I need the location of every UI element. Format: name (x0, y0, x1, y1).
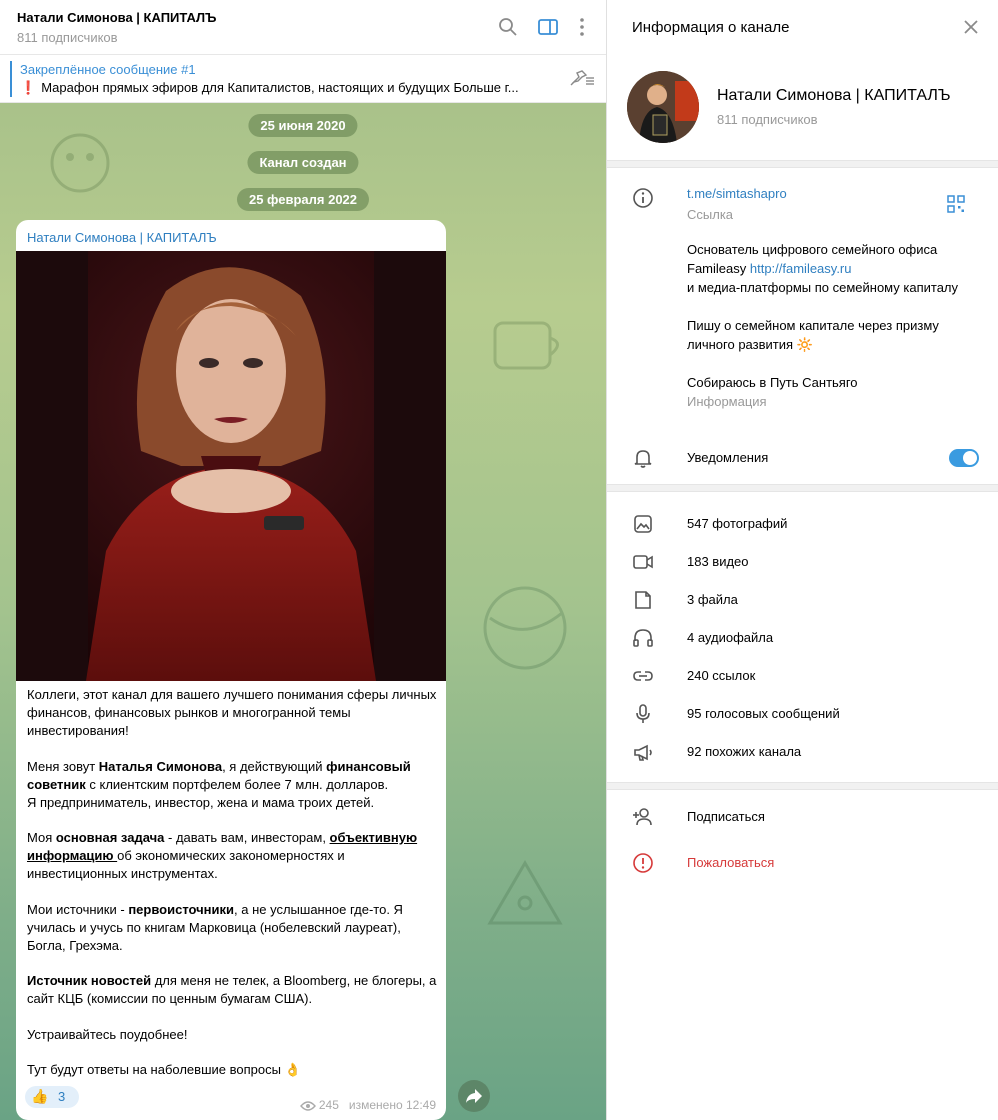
link-icon (633, 671, 653, 681)
message-paragraph: Источник новостей для меня не телек, а B… (27, 973, 437, 1006)
pinned-message-bar[interactable]: Закреплённое сообщение #1 ❗ Марафон прямы… (0, 55, 606, 103)
date-separator: 25 июня 2020 (248, 114, 358, 137)
close-icon[interactable] (962, 18, 980, 36)
message-bubble[interactable]: Натали Симонова | КАПИТАЛЪ Коллеги, этот… (16, 220, 446, 1120)
info-icon (633, 188, 653, 208)
message-paragraph: Коллеги, этот канал для вашего лучшего п… (27, 687, 437, 738)
sidebar-toggle-icon[interactable] (537, 16, 559, 38)
thumbs-up-icon: 👍 (31, 1088, 49, 1104)
share-arrow-icon (466, 1089, 482, 1103)
add-user-icon (633, 808, 652, 826)
message-meta: 245 изменено 12:49 (299, 1098, 436, 1112)
message-paragraph: Тут будут ответы на наболевшие вопросы 👌 (27, 1062, 301, 1077)
microphone-icon (636, 704, 650, 723)
search-icon[interactable] (497, 16, 519, 38)
notifications-label: Уведомления (687, 450, 769, 465)
description-paragraph: Основатель цифрового семейного офиса Fam… (687, 242, 959, 295)
video-icon (633, 555, 653, 569)
channel-subscribers: 811 подписчиков (717, 112, 818, 127)
share-button[interactable] (458, 1080, 490, 1112)
subscribe-button[interactable]: Подписаться (687, 809, 765, 824)
chat-title[interactable]: Натали Симонова | КАПИТАЛЪ (17, 10, 216, 25)
media-item-links[interactable]: 240 ссылок (687, 668, 755, 683)
media-item-videos[interactable]: 183 видео (687, 554, 749, 569)
media-item-audio[interactable]: 4 аудиофайла (687, 630, 773, 645)
media-item-photos[interactable]: 547 фотографий (687, 516, 787, 531)
report-button[interactable]: Пожаловаться (687, 855, 774, 870)
avatar[interactable] (627, 71, 699, 143)
doodle-decoration-icon (50, 133, 110, 193)
doodle-decoration-icon (483, 586, 567, 670)
photo-icon (634, 515, 652, 533)
pinned-indicator (10, 61, 12, 97)
avatar-image (627, 71, 699, 143)
toggle-knob (963, 451, 977, 465)
qr-code-icon[interactable] (947, 195, 965, 213)
message-photo[interactable] (16, 251, 446, 681)
message-paragraph: Мои источники - первоисточники, а не усл… (27, 901, 403, 953)
message-paragraph: Устраивайтесь поудобнее! (27, 1026, 188, 1042)
doodle-decoration-icon (493, 321, 559, 370)
description-paragraph: Собираюсь в Путь Сантьяго (687, 375, 858, 390)
edited-time: изменено 12:49 (348, 1098, 436, 1112)
chat-header[interactable]: Натали Симонова | КАПИТАЛЪ 811 подписчик… (0, 0, 606, 55)
more-menu-icon[interactable] (571, 16, 593, 38)
report-icon (633, 853, 653, 873)
description-link[interactable]: http://familеasy.ru (750, 261, 852, 276)
eye-icon (299, 1101, 316, 1111)
chat-subscribers: 811 подписчиков (17, 30, 118, 45)
description-label: Информация (687, 394, 767, 409)
pin-list-icon[interactable] (568, 68, 596, 88)
date-separator: 25 февраля 2022 (236, 188, 370, 211)
channel-description: Основатель цифрового семейного офиса Fam… (687, 240, 987, 411)
channel-link[interactable]: t.me/simtashapro (687, 186, 787, 201)
section-divider (607, 160, 998, 168)
portrait-image (16, 251, 446, 681)
media-item-similar[interactable]: 92 похожих канала (687, 744, 801, 759)
channel-info-panel: Информация о канале Натали Симонова | КА… (606, 0, 998, 1120)
description-paragraph: Пишу о семейном капитале через призму ли… (687, 318, 939, 352)
bell-icon (634, 450, 652, 468)
doodle-decoration-icon (487, 860, 563, 925)
reaction-count: 3 (58, 1089, 66, 1104)
file-icon (635, 591, 651, 609)
reaction-chip[interactable]: 👍 3 (25, 1086, 79, 1108)
view-count: 245 (318, 1098, 339, 1112)
service-message-created: Канал создан (247, 151, 359, 174)
megaphone-icon (634, 744, 652, 761)
message-paragraph: Меня зовут Наталья Симонова, я действующ… (27, 758, 411, 810)
channel-link-label: Ссылка (687, 207, 734, 222)
media-item-files[interactable]: 3 файла (687, 592, 738, 607)
message-author[interactable]: Натали Симонова | КАПИТАЛЪ (27, 230, 217, 245)
pinned-preview: Марафон прямых эфиров для Капиталистов, … (41, 80, 519, 95)
panel-title: Информация о канале (632, 19, 790, 36)
media-item-voice[interactable]: 95 голосовых сообщений (687, 706, 840, 721)
headphones-icon (633, 629, 653, 647)
section-divider (607, 484, 998, 492)
exclamation-icon: ❗ (20, 80, 37, 95)
message-paragraph: Моя основная задача - давать вам, инвест… (27, 830, 418, 881)
pinned-text: ❗ Марафон прямых эфиров для Капиталистов,… (20, 80, 542, 96)
channel-name: Натали Симонова | КАПИТАЛЪ (717, 87, 951, 104)
notifications-toggle[interactable] (949, 449, 979, 467)
section-divider (607, 782, 998, 790)
chat-pane: Натали Симонова | КАПИТАЛЪ 811 подписчик… (0, 0, 606, 1120)
pinned-title: Закреплённое сообщение #1 (20, 62, 196, 77)
message-text: Коллеги, этот канал для вашего лучшего п… (27, 686, 439, 1097)
